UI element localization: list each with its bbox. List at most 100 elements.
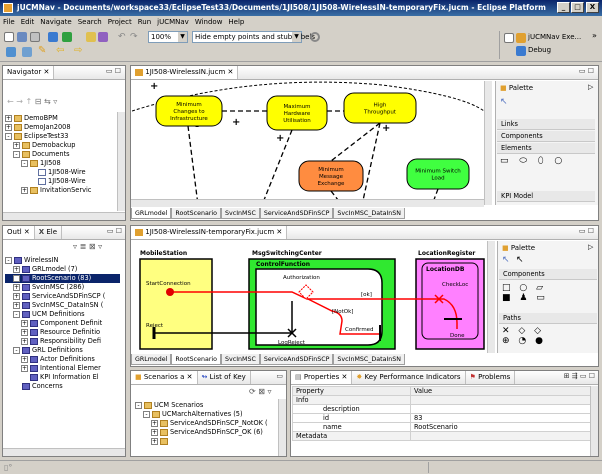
ucm-diagram[interactable]: MobileStation MsgSwitchingCenter ControlFu… [132,241,494,353]
undo-icon[interactable]: ↶ [118,32,128,42]
start-point[interactable] [166,288,174,296]
menu-item-window[interactable]: Window [192,16,226,29]
expand-icon[interactable]: + [21,328,28,336]
open-perspective-icon[interactable] [504,33,514,43]
column-header[interactable]: Property [292,386,411,396]
palette2-section[interactable]: Paths [499,313,597,324]
new-icon[interactable] [4,32,14,42]
palette1-section[interactable]: KPI Model [497,191,595,202]
expand-icon[interactable]: + [13,274,20,282]
expand-icon[interactable]: + [13,265,20,273]
palette-collapse-icon[interactable]: ▷ [588,83,593,91]
editor-page-tab[interactable]: SvcInMSC_DataInSN [333,208,406,219]
expand-icon[interactable]: + [21,337,28,345]
tree-item[interactable]: + Intentional Elemer [5,364,120,373]
tab-problems[interactable]: ⚑ Problems [466,371,516,384]
expand-icon[interactable]: + [5,114,12,122]
tree-item[interactable]: + [135,437,280,446]
editor-page-tab[interactable]: RootScenario [171,208,222,219]
tab-outline[interactable]: Outl ✕ [3,226,35,239]
chevron-down-icon[interactable]: ▼ [292,32,301,42]
sort-icon[interactable]: ▿ [73,242,77,251]
expand-icon[interactable]: + [21,355,28,363]
debug-perspective-icon[interactable] [516,46,526,56]
close-button[interactable]: X [586,2,599,13]
palette1-section[interactable]: Links [497,119,595,130]
minimize-view-icon[interactable]: ▭ ☐ [579,67,594,75]
grl-diagram[interactable]: MinimumChanges toInfrastructureMaximumHa… [132,81,494,205]
tree-item[interactable]: 1JI508-Wire [5,168,115,177]
editor-page-tab[interactable]: GRLmodel [131,354,172,365]
link-icon[interactable]: ⇆ [44,97,51,106]
link-icon[interactable]: ⊠ [258,387,265,396]
component-shape-icons[interactable]: □ ○ ▱ ■ ♟ ▭ [502,283,548,303]
tree-item[interactable]: + Component Definit [5,319,120,328]
print-icon[interactable] [30,32,40,42]
property-row[interactable]: id 83 [292,413,591,423]
open-icon[interactable] [86,32,96,42]
tab-scenarios[interactable]: ■ Scenarios a ✕ [131,371,198,384]
expand-icon[interactable]: + [13,292,20,300]
editor-page-tab[interactable]: SvcInMSC [221,354,260,365]
minimize-view-icon[interactable]: ▭ ☐ [579,227,594,235]
zoom-combo[interactable]: 100% ▼ [148,31,188,43]
menu-item-navigate[interactable]: Navigate [37,16,74,29]
editor-page-tab[interactable]: GRLmodel [131,208,172,219]
expand-icon[interactable]: + [13,283,20,291]
run-icon[interactable] [62,32,72,42]
menu-item-run[interactable]: Run [135,16,154,29]
editor2-vscroll[interactable] [487,241,495,353]
expand-icon[interactable]: + [151,428,158,436]
palette1-section[interactable]: Elements [497,143,595,154]
palette-collapse-icon[interactable]: ▷ [588,243,593,251]
editor-page-tab[interactable]: ServiceAndSDFinSCP [259,208,334,219]
collapse-icon[interactable]: - [13,150,20,158]
tree-item[interactable]: + ServiceAndSDFinSCP_OK (6) [135,428,280,437]
editor-page-tab[interactable]: SvcInMSC_DataInSN [333,354,406,365]
expand-icon[interactable]: + [21,186,28,194]
tab-properties[interactable]: ▤ Properties ✕ [291,371,353,384]
properties-vscroll[interactable] [590,386,598,456]
tree-item[interactable]: - Documents [5,150,115,159]
collapse-icon[interactable]: - [13,346,20,354]
minimize-view-icon[interactable]: ▭ ☐ [107,227,122,235]
tree-item[interactable]: - GRL Definitions [5,346,120,355]
pointer-tool-icon[interactable]: ↖ [500,97,508,107]
tree-item[interactable]: + Resource Definitio [5,328,120,337]
annotation-icon[interactable]: ✎ [38,45,46,56]
scenarios-vscroll[interactable] [278,399,286,456]
expand-icon[interactable]: + [13,301,20,309]
tree-item[interactable]: + GRLmodel (7) [5,265,120,274]
link-icon[interactable]: ⊠ [89,242,96,251]
column-header[interactable]: Value [410,386,591,396]
collapse-icon[interactable]: - [21,159,28,167]
tree-item[interactable]: - 1JI508 [5,159,115,168]
select-tool-icon[interactable]: ↖ [516,255,524,265]
collapse-icon[interactable]: - [5,256,12,264]
filter-icon[interactable]: ≣ [80,242,87,251]
save-icon[interactable] [17,32,27,42]
tree-item[interactable]: - WirelessIN [5,256,120,265]
editor1-hscroll[interactable] [131,199,484,207]
debug-icon[interactable] [48,32,58,42]
element-shape-icons[interactable]: ▭ ⬭ ⬯ ○ [500,156,566,166]
editor-page-tab[interactable]: RootScenario [171,354,222,365]
editor-page-tab[interactable]: ServiceAndSDFinSCP [259,354,334,365]
refresh-icon[interactable]: ⟳ [249,387,256,396]
tree-item[interactable]: KPI Information El [5,373,120,382]
tree-item[interactable]: + SvcInMSC_DataInSN ( [5,301,120,310]
redo-icon[interactable]: ↷ [130,32,140,42]
tab-editor-1[interactable]: 1JI508-WirelessIN.jucm ✕ [131,66,239,79]
navigator-vscroll[interactable] [117,112,125,211]
mobile-station-component[interactable] [139,258,213,350]
tree-item[interactable]: + Demobackup [5,141,115,150]
property-row[interactable]: description [292,404,591,414]
back-arrow-icon[interactable]: ← [7,97,14,106]
properties-toolbar[interactable]: ⊞ ⇶ ▭ ☐ [564,372,595,380]
tab-kpi[interactable]: ✸ Key Performance Indicators [352,371,466,384]
menu-item-jucmnav[interactable]: jUCMNav [154,16,192,29]
filter-combo[interactable]: Hide empty points and stub labels ▼ [192,31,315,43]
navigate-icon[interactable] [22,47,32,57]
maximize-button[interactable]: □ [571,2,584,13]
menu-item-edit[interactable]: Edit [18,16,38,29]
